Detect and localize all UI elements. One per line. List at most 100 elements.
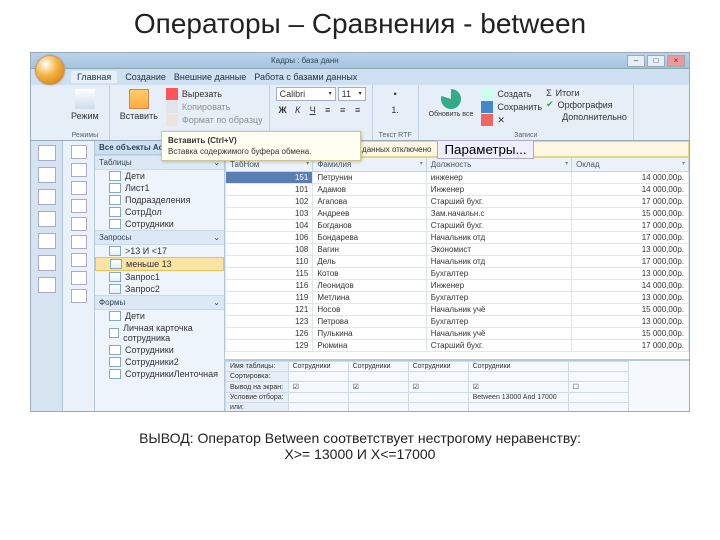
bullets-button[interactable]: • (388, 87, 402, 101)
qbe-cell[interactable] (408, 372, 468, 382)
save-button[interactable]: Сохранить (481, 101, 542, 113)
cell-oklad[interactable]: 17 000,00р. (572, 340, 689, 352)
cell-familia[interactable]: Вагин (313, 244, 426, 256)
spelling-button[interactable]: ✔Орфография (546, 99, 627, 110)
query-icon[interactable] (38, 211, 56, 227)
cell-familia[interactable]: Богданов (313, 220, 426, 232)
maximize-button[interactable]: □ (647, 55, 665, 67)
table-row[interactable]: 106БондареваНачальник отд17 000,00р. (226, 232, 689, 244)
cell-tabnom[interactable]: 123 (226, 316, 313, 328)
cell-tabnom[interactable]: 119 (226, 292, 313, 304)
query-icon[interactable] (71, 235, 87, 249)
cell-oklad[interactable]: 17 000,00р. (572, 232, 689, 244)
qbe-cell[interactable] (568, 362, 628, 372)
cell-dolzhnost[interactable]: инженер (426, 172, 571, 184)
table-row[interactable]: 116ЛеонидовИнженер14 000,00р. (226, 280, 689, 292)
ribbon-tab-create[interactable]: Создание (125, 72, 166, 82)
totals-button[interactable]: ΣИтоги (546, 88, 627, 98)
query-icon[interactable] (38, 233, 56, 249)
cell-dolzhnost[interactable]: Старший бухг. (426, 196, 571, 208)
table-row[interactable]: 110ДельНачальник отд17 000,00р. (226, 256, 689, 268)
qbe-cell[interactable] (348, 403, 408, 412)
cell-dolzhnost[interactable]: Начальник учё (426, 328, 571, 340)
table-icon[interactable] (38, 145, 56, 161)
table-icon[interactable] (71, 163, 87, 177)
table-icon[interactable] (71, 199, 87, 213)
ribbon-tab-home[interactable]: Главная (71, 71, 117, 83)
nav-item[interactable]: Дети (95, 310, 224, 322)
align-center-button[interactable]: ≡ (336, 103, 350, 117)
qbe-cell[interactable] (568, 372, 628, 382)
office-orb[interactable] (35, 55, 65, 85)
cell-dolzhnost[interactable]: Бухгалтер (426, 316, 571, 328)
font-name-combo[interactable]: Calibri▾ (276, 87, 336, 101)
qbe-cell[interactable] (288, 393, 348, 403)
cell-oklad[interactable]: 13 000,00р. (572, 244, 689, 256)
cell-familia[interactable]: Петрова (313, 316, 426, 328)
result-grid[interactable]: ТабНом Фамилия Должность Оклад 151Петрун… (225, 157, 689, 352)
cell-tabnom[interactable]: 110 (226, 256, 313, 268)
cell-oklad[interactable]: 15 000,00р. (572, 304, 689, 316)
nav-item[interactable]: Лист1 (95, 182, 224, 194)
cell-tabnom[interactable]: 151 (226, 172, 313, 184)
nav-item[interactable]: Подразделения (95, 194, 224, 206)
qbe-cell[interactable] (408, 393, 468, 403)
align-right-button[interactable]: ≡ (351, 103, 365, 117)
cell-familia[interactable]: Носов (313, 304, 426, 316)
cell-tabnom[interactable]: 129 (226, 340, 313, 352)
qbe-cell[interactable] (348, 372, 408, 382)
qbe-cell[interactable]: Сотрудники (408, 362, 468, 372)
table-row[interactable]: 104БогдановСтарший бухг.17 000,00р. (226, 220, 689, 232)
cut-button[interactable]: Вырезать (166, 88, 263, 100)
options-button[interactable]: Параметры... (437, 140, 533, 159)
close-button[interactable]: × (667, 55, 685, 67)
cell-tabnom[interactable]: 115 (226, 268, 313, 280)
cell-dolzhnost[interactable]: Инженер (426, 184, 571, 196)
cell-dolzhnost[interactable]: Начальник отд (426, 256, 571, 268)
nav-item[interactable]: меньше 13 (95, 257, 224, 271)
table-row[interactable]: 151Петрунининженер14 000,00р. (226, 172, 689, 184)
qbe-cell[interactable] (348, 393, 408, 403)
cell-oklad[interactable]: 17 000,00р. (572, 256, 689, 268)
nav-item[interactable]: Запрос1 (95, 271, 224, 283)
table-row[interactable]: 102АгаповаСтарший бухг.17 000,00р. (226, 196, 689, 208)
new-record-button[interactable]: Создать (481, 88, 542, 100)
font-size-combo[interactable]: 11▾ (338, 87, 366, 101)
table-row[interactable]: 119МетлинаБухгалтер13 000,00р. (226, 292, 689, 304)
table-row[interactable]: 101АдамовИнженер14 000,00р. (226, 184, 689, 196)
table-row[interactable]: 123ПетроваБухгалтер13 000,00р. (226, 316, 689, 328)
qbe-cell[interactable]: Сотрудники (288, 362, 348, 372)
table-row[interactable]: 103АндреевЗам.начальн.с15 000,00р. (226, 208, 689, 220)
query-design-grid[interactable]: Имя таблицы:СотрудникиСотрудникиСотрудни… (225, 359, 689, 411)
cell-dolzhnost[interactable]: Начальник учё (426, 304, 571, 316)
qbe-cell[interactable] (288, 372, 348, 382)
underline-button[interactable]: Ч (306, 103, 320, 117)
table-icon[interactable] (71, 181, 87, 195)
cell-oklad[interactable]: 14 000,00р. (572, 280, 689, 292)
form-icon[interactable] (38, 277, 56, 293)
cell-familia[interactable]: Леонидов (313, 280, 426, 292)
qbe-cell[interactable]: ☐ (568, 382, 628, 393)
category-forms[interactable]: Формы⌄ (95, 295, 224, 310)
form-icon[interactable] (38, 255, 56, 271)
cell-tabnom[interactable]: 103 (226, 208, 313, 220)
cell-oklad[interactable]: 13 000,00р. (572, 268, 689, 280)
refresh-all-button[interactable]: Обновить все (425, 87, 478, 127)
cell-oklad[interactable]: 14 000,00р. (572, 184, 689, 196)
cell-tabnom[interactable]: 101 (226, 184, 313, 196)
cell-dolzhnost[interactable]: Бухгалтер (426, 268, 571, 280)
cell-familia[interactable]: Андреев (313, 208, 426, 220)
cell-oklad[interactable]: 14 000,00р. (572, 172, 689, 184)
table-icon[interactable] (38, 189, 56, 205)
form-icon[interactable] (71, 271, 87, 285)
qbe-cell[interactable] (288, 403, 348, 412)
qbe-cell[interactable]: Сотрудники (468, 362, 568, 372)
qbe-cell[interactable]: ☑ (468, 382, 568, 393)
cell-dolzhnost[interactable]: Зам.начальн.с (426, 208, 571, 220)
cell-familia[interactable]: Дель (313, 256, 426, 268)
col-oklad[interactable]: Оклад (572, 158, 689, 172)
cell-dolzhnost[interactable]: Экономист (426, 244, 571, 256)
nav-item[interactable]: Сотрудники (95, 344, 224, 356)
table-row[interactable]: 115КотовБухгалтер13 000,00р. (226, 268, 689, 280)
col-dolzhnost[interactable]: Должность (426, 158, 571, 172)
